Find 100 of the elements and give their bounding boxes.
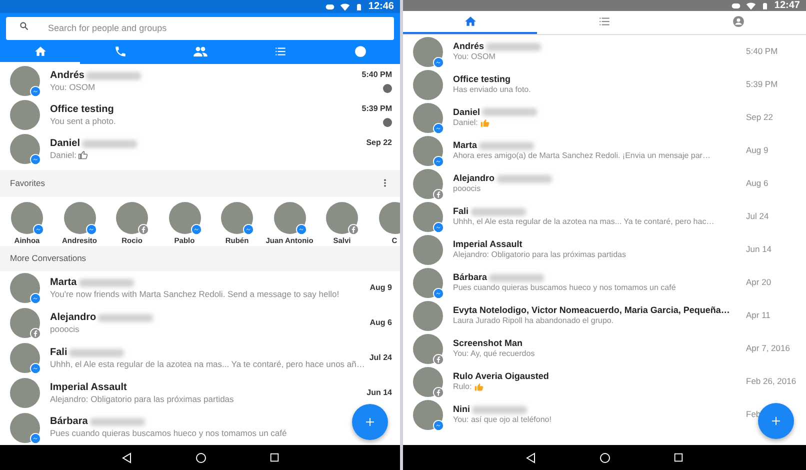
avatar-photo (10, 100, 40, 130)
search-icon (19, 21, 29, 31)
contact-name: Bárbara (50, 416, 88, 428)
home-icon (464, 15, 477, 28)
message-time: Aug 9 (370, 282, 392, 294)
message-preview: You: así que ojo al teléfono! (453, 415, 552, 425)
phone-icon (114, 44, 126, 58)
contact-name: Evyta Notelodigo, Victor Nomeacuerdo, Maria Garcia, Pequeña… (453, 305, 730, 316)
avatar-photo (168, 202, 200, 234)
avatar-photo (64, 202, 96, 234)
message-time: Aug 9 (746, 144, 768, 157)
message-preview: Daniel: (453, 118, 478, 128)
avatar-photo (10, 66, 40, 96)
message-preview: You: OSOM (453, 52, 496, 62)
data-saver-icon (325, 2, 336, 12)
contact-name: Andrés (453, 41, 484, 52)
avatar-photo (413, 400, 443, 430)
message-preview: Daniel: (50, 150, 76, 160)
contact-name: Andrés (50, 70, 84, 82)
section-title: Favorites (10, 176, 45, 190)
list-icon (274, 44, 286, 58)
message-time: Apr 11 (746, 309, 770, 322)
message-preview: pooocis (50, 324, 80, 334)
message-time: Aug 6 (746, 177, 768, 190)
message-time: Jul 24 (369, 352, 392, 364)
message-time: Jun 14 (366, 386, 392, 399)
avatar-photo (326, 202, 358, 234)
contact-name: Fali (50, 346, 68, 359)
status-time: 12:46 (368, 0, 394, 14)
message-time: 5:40 PM (746, 45, 778, 58)
battery-icon (355, 2, 364, 12)
contact-name: Marta (453, 140, 478, 152)
recents-icon[interactable] (268, 452, 280, 463)
message-time: Feb 26, 2016 (746, 375, 796, 388)
message-time: Jun 14 (746, 243, 772, 256)
message-time: 5:39 PM (362, 102, 392, 115)
avatar-photo (413, 202, 443, 232)
avatar-photo (413, 136, 443, 166)
contact-name: Office testing (50, 104, 114, 116)
contact-name: Screenshot Man (453, 338, 523, 350)
avatar-photo (221, 202, 253, 234)
message-preview: pooocis (453, 184, 481, 194)
avatar-photo (413, 234, 443, 264)
avatar-photo (413, 70, 443, 100)
contact-name: Rulo Averia Oigausted (453, 371, 549, 382)
back-icon[interactable] (120, 452, 132, 464)
avatar-photo (10, 412, 40, 443)
message-preview: Uhhh, el Ale esta regular de la azotea na mas... Ya te contaré, pero hace unos añ… (50, 358, 365, 369)
contact-name: Alejandro (453, 173, 495, 184)
wifi-icon (340, 2, 350, 12)
avatar-photo (10, 308, 40, 338)
contact-name: Nini (453, 404, 470, 416)
contact-name: Fali (453, 206, 469, 218)
avatar-photo (10, 378, 40, 408)
avatar-photo (413, 334, 443, 364)
message-time: Sep 22 (746, 111, 773, 124)
message-preview: You: Ay, qué recuerdos (453, 349, 535, 359)
avatar-photo (11, 202, 43, 234)
message-preview: Pues cuando quieras buscamos hueco y nos tomamos un café (50, 428, 287, 439)
message-preview: Alejandro: Obligatorio para las próximas partidas (50, 394, 234, 404)
avatar-photo (116, 202, 148, 234)
message-preview: You sent a photo. (50, 116, 116, 126)
contact-name: Bárbara (453, 272, 488, 284)
avatar-photo (413, 300, 443, 330)
section-title: More Conversations (10, 252, 86, 264)
contact-name: Daniel (453, 107, 480, 118)
message-preview: Uhhh, el Ale esta regular de la azotea na mas... Ya te contaré, pero hac… (453, 217, 714, 227)
contact-name: Marta (50, 276, 77, 289)
avatar-photo (413, 36, 443, 66)
avatar-photo (274, 202, 306, 234)
status-time: 12:47 (774, 0, 800, 13)
data-saver-icon (731, 0, 742, 10)
recents-icon[interactable] (673, 452, 684, 463)
home-icon (34, 44, 46, 58)
message-time: Aug 6 (370, 316, 392, 329)
plus-icon (770, 415, 782, 427)
avatar-photo (413, 366, 443, 396)
message-preview: Rulo: (453, 382, 472, 392)
contact-name: Daniel (50, 138, 80, 150)
search-field[interactable]: Search for people and groups (6, 16, 394, 40)
home-circle-icon[interactable] (194, 452, 206, 464)
list-icon (598, 15, 611, 28)
plus-icon (364, 416, 376, 428)
conversation-row[interactable]: Marta You're now friends with Marta Sanchez Redoli. Send a message to say hello! Aug 9 (0, 270, 400, 306)
message-preview: Pues cuando quieras buscamos hueco y nos tomamos un café (453, 283, 676, 293)
avatar-photo (10, 342, 40, 373)
contact-name: Imperial Assault (453, 239, 522, 250)
contact-name: Imperial Assault (50, 382, 127, 394)
message-preview: Has enviado una foto. (453, 85, 531, 95)
message-time: Sep 22 (366, 136, 392, 149)
message-time: 5:39 PM (746, 78, 778, 91)
avatar-photo (413, 168, 443, 198)
avatar-photo (413, 102, 443, 132)
contact-name: Alejandro (50, 312, 96, 324)
message-preview: Laura Jurado Ripoll ha abandonado el grupo. (453, 316, 614, 326)
message-preview: Alejandro: Obligatorio para las próximas partidas (453, 250, 626, 260)
message-preview: You're now friends with Marta Sanchez Redoli. Send a message to say hello! (50, 288, 340, 300)
back-icon[interactable] (525, 452, 537, 464)
home-circle-icon[interactable] (599, 452, 611, 464)
avatar-photo (10, 134, 40, 164)
